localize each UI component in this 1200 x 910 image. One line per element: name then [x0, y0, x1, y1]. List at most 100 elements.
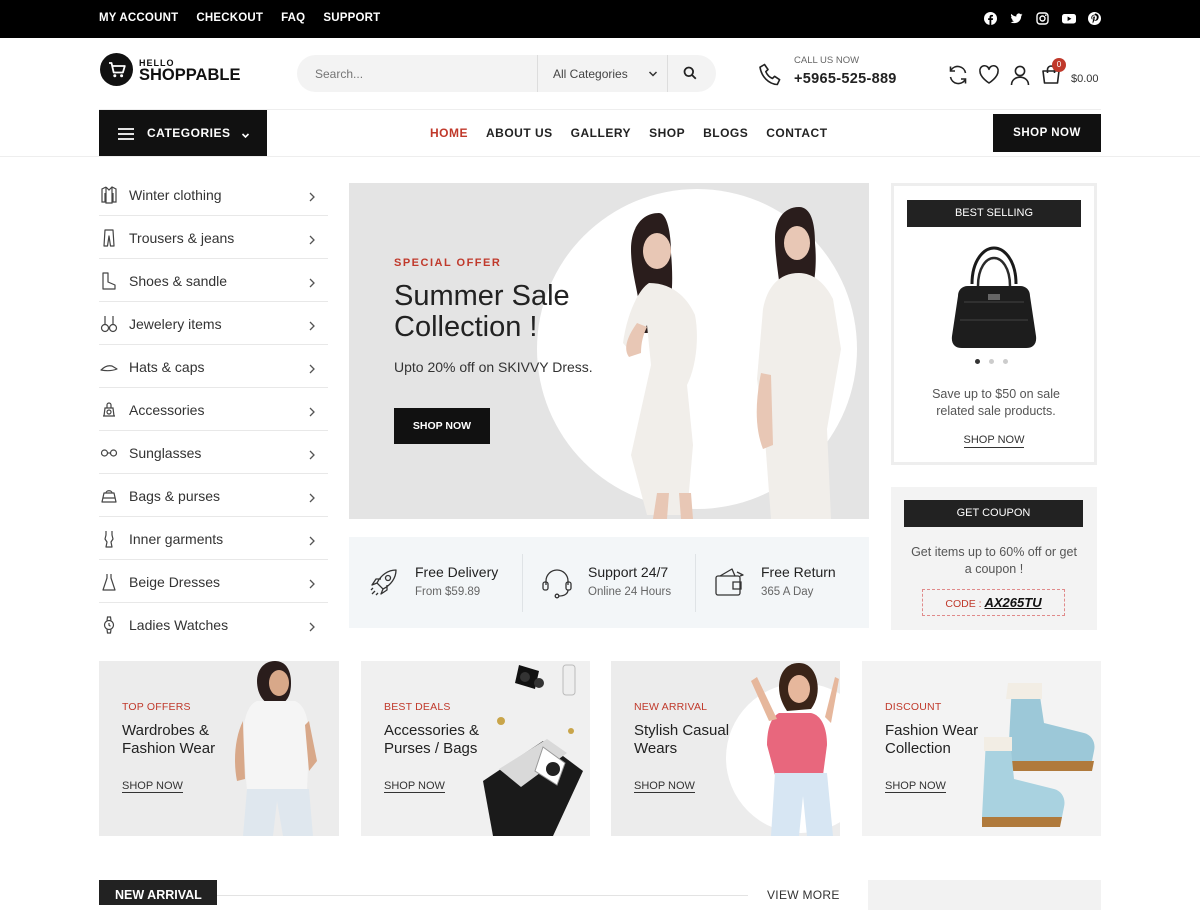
- call-label: CALL US NOW: [794, 55, 860, 66]
- user-icon[interactable]: [1009, 64, 1031, 86]
- carousel-dot[interactable]: [975, 359, 980, 364]
- earrings-icon: [99, 314, 119, 334]
- carousel-dot[interactable]: [1003, 359, 1008, 364]
- banner-subtitle: Upto 20% off on SKIVVY Dress.: [394, 359, 593, 375]
- promo-card-top-offers[interactable]: TOP OFFERS Wardrobes & Fashion Wear SHOP…: [99, 661, 339, 836]
- banner-shop-now-button[interactable]: SHOP NOW: [394, 408, 490, 444]
- phone-number[interactable]: +5965-525-889: [794, 71, 897, 87]
- top-bar: MY ACCOUNT CHECKOUT FAQ SUPPORT: [0, 0, 1200, 38]
- facebook-icon[interactable]: [984, 12, 997, 25]
- categories-label: CATEGORIES: [147, 126, 231, 140]
- chevron-right-icon: [308, 404, 316, 417]
- category-select[interactable]: All Categories: [553, 67, 628, 81]
- nav-shop[interactable]: SHOP: [649, 126, 685, 140]
- support-link[interactable]: SUPPORT: [323, 12, 380, 24]
- site-header: HELLO SHOPPABLE All Categories CALL US N…: [0, 38, 1200, 110]
- promo-shop-now-link[interactable]: SHOP NOW: [384, 780, 445, 793]
- pinterest-icon[interactable]: [1088, 12, 1101, 25]
- checkout-link[interactable]: CHECKOUT: [196, 12, 263, 24]
- sidebar-item-sunglasses[interactable]: Sunglasses: [99, 431, 328, 474]
- promo-shop-now-link[interactable]: SHOP NOW: [634, 780, 695, 793]
- banner-tag: SPECIAL OFFER: [394, 257, 502, 269]
- bag-icon: [99, 486, 119, 506]
- sidebar-item-label: Accessories: [129, 402, 205, 418]
- cart-total[interactable]: $0.00: [1071, 73, 1099, 85]
- feature-free-delivery: Free Delivery From $59.89: [367, 537, 517, 628]
- rocket-icon: [367, 565, 401, 599]
- nav-about-us[interactable]: ABOUT US: [486, 126, 553, 140]
- watch-icon: [99, 615, 119, 635]
- chevron-down-icon[interactable]: [647, 67, 659, 79]
- wishlist-heart-icon[interactable]: [978, 64, 1000, 86]
- coupon-code: AX265TU: [984, 595, 1042, 610]
- chevron-right-icon: [308, 318, 316, 331]
- coat-icon: [99, 185, 119, 205]
- chevron-down-icon: [241, 127, 250, 139]
- promo-title: Stylish Casual Wears: [634, 722, 730, 757]
- my-account-link[interactable]: MY ACCOUNT: [99, 12, 178, 24]
- faq-link[interactable]: FAQ: [281, 12, 305, 24]
- best-selling-shop-now-link[interactable]: SHOP NOW: [963, 434, 1025, 448]
- coupon-code-box[interactable]: CODE : AX265TU: [922, 589, 1065, 616]
- promo-title: Wardrobes & Fashion Wear: [122, 722, 216, 757]
- nav-links: HOME ABOUT US GALLERY SHOP BLOGS CONTACT: [430, 126, 828, 140]
- new-arrival-heading: NEW ARRIVAL: [99, 880, 217, 905]
- chevron-right-icon: [308, 576, 316, 589]
- promo-tag: TOP OFFERS: [122, 701, 191, 713]
- sidebar-item-jewelery[interactable]: Jewelery items: [99, 302, 328, 345]
- logo-name[interactable]: SHOPPABLE: [139, 66, 240, 85]
- categories-button[interactable]: CATEGORIES: [99, 110, 267, 156]
- twitter-icon[interactable]: [1010, 12, 1023, 25]
- garment-icon: [99, 529, 119, 549]
- sidebar-item-label: Inner garments: [129, 531, 224, 547]
- sidebar-item-trousers[interactable]: Trousers & jeans: [99, 216, 328, 259]
- sidebar-item-label: Winter clothing: [129, 187, 222, 203]
- shop-now-button[interactable]: SHOP NOW: [993, 114, 1101, 152]
- handbag-image[interactable]: [944, 242, 1044, 352]
- best-selling-link-wrap: SHOP NOW: [894, 434, 1094, 448]
- nav-gallery[interactable]: GALLERY: [571, 126, 631, 140]
- promo-card-new-arrival[interactable]: NEW ARRIVAL Stylish Casual Wears SHOP NO…: [611, 661, 840, 836]
- feature-subtitle: Online 24 Hours: [588, 586, 672, 598]
- carousel-dots: [975, 359, 1008, 364]
- sidebar-item-label: Beige Dresses: [129, 574, 221, 590]
- search-input[interactable]: [297, 55, 537, 92]
- menu-icon: [118, 127, 134, 140]
- promo-card-discount[interactable]: DISCOUNT Fashion Wear Collection SHOP NO…: [862, 661, 1101, 836]
- sidebar-item-ladies-watches[interactable]: Ladies Watches: [99, 603, 328, 646]
- sidebar-item-label: Shoes & sandle: [129, 273, 228, 289]
- sidebar-item-label: Jewelery items: [129, 316, 222, 332]
- sidebar-item-label: Ladies Watches: [129, 617, 229, 633]
- sidebar-item-winter-clothing[interactable]: Winter clothing: [99, 173, 328, 216]
- search-bar: All Categories: [297, 55, 716, 92]
- carousel-dot[interactable]: [989, 359, 994, 364]
- sidebar-item-accessories[interactable]: Accessories: [99, 388, 328, 431]
- sidebar-item-beige-dresses[interactable]: Beige Dresses: [99, 560, 328, 603]
- instagram-icon[interactable]: [1036, 12, 1049, 25]
- promo-shop-now-link[interactable]: SHOP NOW: [885, 780, 946, 793]
- new-arrival-divider: [217, 895, 748, 896]
- promo-title: Accessories & Purses / Bags: [384, 722, 480, 757]
- search-icon[interactable]: [683, 66, 697, 80]
- promo-shop-now-link[interactable]: SHOP NOW: [122, 780, 183, 793]
- sidebar-item-hats[interactable]: Hats & caps: [99, 345, 328, 388]
- feature-title: Free Return: [761, 564, 836, 580]
- trousers-icon: [99, 228, 119, 248]
- youtube-icon[interactable]: [1062, 12, 1076, 25]
- nav-home[interactable]: HOME: [430, 126, 468, 140]
- feature-subtitle: From $59.89: [415, 586, 481, 598]
- nav-blogs[interactable]: BLOGS: [703, 126, 748, 140]
- promo-tag: BEST DEALS: [384, 701, 451, 713]
- feature-subtitle: 365 A Day: [761, 586, 814, 598]
- phone-icon: [757, 61, 785, 89]
- chevron-right-icon: [308, 189, 316, 202]
- chevron-right-icon: [308, 275, 316, 288]
- sidebar-item-shoes[interactable]: Shoes & sandle: [99, 259, 328, 302]
- best-selling-title: BEST SELLING: [907, 200, 1081, 227]
- sidebar-item-inner-garments[interactable]: Inner garments: [99, 517, 328, 560]
- promo-card-best-deals[interactable]: BEST DEALS Accessories & Purses / Bags S…: [361, 661, 590, 836]
- sidebar-item-bags[interactable]: Bags & purses: [99, 474, 328, 517]
- nav-contact[interactable]: CONTACT: [766, 126, 827, 140]
- cart-logo-icon[interactable]: [100, 53, 133, 86]
- compare-icon[interactable]: [947, 64, 969, 86]
